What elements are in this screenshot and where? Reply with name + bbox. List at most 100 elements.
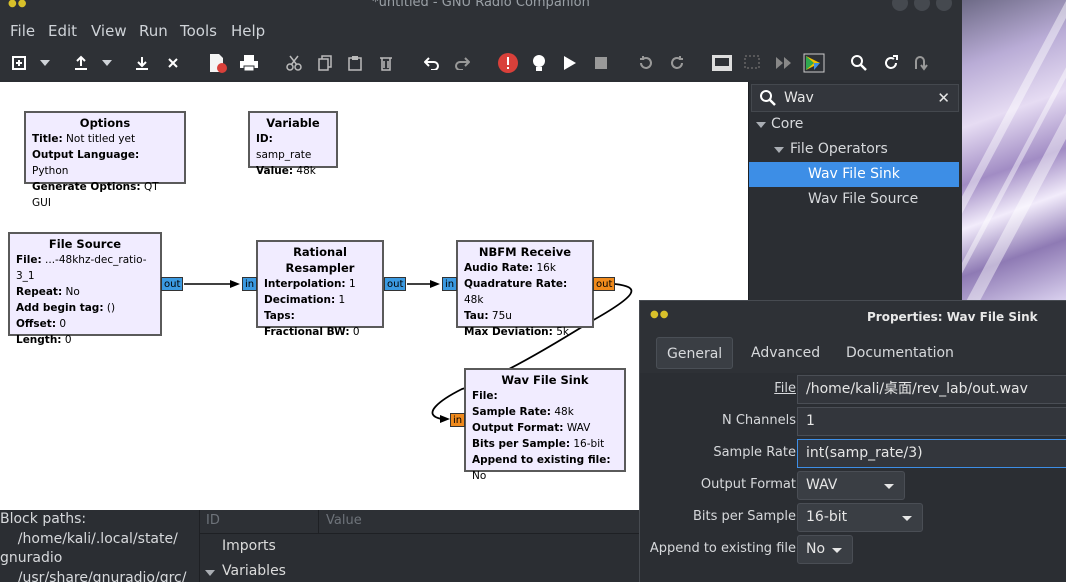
search-input[interactable]: Wav — [784, 90, 814, 106]
find-icon[interactable] — [846, 48, 872, 78]
bits-per-sample-label: Bits per Sample — [692, 509, 796, 524]
create-hier-icon[interactable] — [801, 48, 827, 78]
sample-rate-field[interactable]: int(samp_rate/3) — [797, 439, 1066, 468]
variables-row[interactable]: Variables — [222, 563, 286, 579]
expander-icon[interactable] — [756, 122, 766, 128]
undo-icon[interactable] — [419, 48, 445, 78]
param-value: () — [106, 302, 116, 314]
param-value: 0 — [59, 318, 67, 330]
options-block[interactable]: Options Title: Not titled yet Output Lan… — [24, 111, 186, 209]
rotate-ccw-icon[interactable] — [633, 48, 659, 78]
append-select[interactable]: No — [797, 535, 853, 564]
tab-advanced[interactable]: Advanced — [741, 337, 830, 369]
menu-edit[interactable]: Edit — [48, 22, 77, 40]
menu-run[interactable]: Run — [139, 22, 168, 40]
chevron-down-icon — [832, 548, 842, 553]
tab-general[interactable]: General — [656, 337, 734, 369]
arrow-head — [440, 415, 450, 423]
save-icon[interactable] — [129, 48, 155, 78]
flowgraph-canvas[interactable]: Options Title: Not titled yet Output Lan… — [0, 82, 748, 510]
menu-view[interactable]: View — [91, 22, 127, 40]
imports-row[interactable]: Imports — [222, 538, 276, 554]
file-label: File — [774, 381, 796, 396]
new-dropdown-icon[interactable] — [36, 48, 54, 78]
param-value: Python — [32, 165, 69, 177]
column-value[interactable]: Value — [326, 513, 362, 528]
expander-icon[interactable] — [205, 570, 215, 576]
in-port[interactable]: in — [442, 277, 458, 291]
tree-item-core[interactable]: Core — [749, 112, 959, 137]
redo-icon[interactable] — [449, 48, 475, 78]
column-id[interactable]: ID — [206, 513, 220, 528]
delete-icon[interactable] — [373, 48, 399, 78]
generate-report-icon[interactable] — [205, 48, 231, 78]
rational-resampler-block[interactable]: Rational Resampler Interpolation: 1 Deci… — [256, 240, 384, 338]
tree-label: Wav File Sink — [808, 166, 900, 182]
close-icon[interactable] — [160, 48, 186, 78]
open-hier-icon[interactable] — [908, 48, 934, 78]
menu-help[interactable]: Help — [231, 22, 265, 40]
error-icon[interactable] — [495, 48, 521, 78]
wav-file-sink-block[interactable]: Wav File Sink File: Sample Rate: 48k Out… — [464, 368, 626, 482]
param-label: Fractional BW: — [264, 326, 350, 338]
expander-icon[interactable] — [774, 147, 784, 153]
param-label: Max Deviation: — [464, 326, 553, 338]
dialog-title: Properties: Wav File Sink — [867, 310, 1038, 324]
enable-icon[interactable] — [709, 48, 735, 78]
cut-icon[interactable] — [281, 48, 307, 78]
variable-block[interactable]: Variable ID: samp_rate Value: 48k — [248, 111, 338, 177]
open-icon[interactable] — [68, 48, 94, 78]
stop-icon[interactable] — [588, 48, 614, 78]
console-line: Block paths: — [0, 511, 87, 527]
new-icon[interactable] — [6, 48, 32, 78]
bits-per-sample-select[interactable]: 16-bit — [797, 503, 923, 532]
in-port[interactable]: in — [242, 277, 258, 291]
out-port[interactable]: out — [593, 277, 616, 291]
chevron-down-icon — [902, 516, 912, 521]
tree-item-wav-file-sink[interactable]: Wav File Sink — [749, 162, 959, 187]
menu-tools[interactable]: Tools — [180, 22, 217, 40]
copy-icon[interactable] — [312, 48, 338, 78]
param-label: File: — [472, 390, 498, 402]
window-title: *untitled - GNU Radio Companion — [372, 0, 590, 10]
file-source-block[interactable]: File Source File: ...-48khz-dec_ratio-3_… — [8, 232, 162, 346]
properties-tabs: General Advanced Documentation — [640, 335, 1066, 373]
clear-search-icon[interactable]: ✕ — [937, 89, 950, 107]
tree-item-file-operators[interactable]: File Operators — [749, 137, 959, 162]
paste-icon[interactable] — [342, 48, 368, 78]
in-port[interactable]: in — [450, 413, 466, 427]
execute-icon[interactable] — [557, 48, 583, 78]
bypass-icon[interactable] — [771, 48, 797, 78]
param-label: Add begin tag: — [16, 302, 104, 314]
nbfm-receive-block[interactable]: NBFM Receive Audio Rate: 16k Quadrature … — [456, 240, 594, 338]
append-value: No — [806, 541, 826, 557]
generate-icon[interactable] — [526, 48, 552, 78]
out-port[interactable]: out — [384, 277, 407, 291]
block-title: Wav File Sink — [501, 373, 589, 387]
param-label: Output Format: — [472, 422, 564, 434]
param-label: ID: — [256, 133, 273, 145]
param-value: 5k — [556, 326, 569, 338]
tab-documentation[interactable]: Documentation — [836, 337, 964, 369]
tree-item-wav-file-source[interactable]: Wav File Source — [749, 187, 959, 212]
disable-icon[interactable] — [740, 48, 766, 78]
param-label: Interpolation: — [264, 278, 346, 290]
menu-bar: File Edit View Run Tools Help — [0, 14, 962, 48]
open-dropdown-icon[interactable] — [98, 48, 116, 78]
block-search[interactable]: Wav ✕ — [751, 84, 959, 112]
reload-icon[interactable] — [878, 48, 904, 78]
properties-dialog: ●● Properties: Wav File Sink General Adv… — [639, 300, 1066, 582]
output-format-select[interactable]: WAV — [797, 471, 905, 500]
out-port[interactable]: out — [161, 277, 184, 291]
print-icon[interactable] — [236, 48, 262, 78]
tree-label: Wav File Source — [808, 191, 919, 207]
param-value: 48k — [554, 406, 574, 418]
app-icon: ●● — [650, 309, 670, 320]
param-value: Not titled yet — [66, 133, 136, 145]
menu-file[interactable]: File — [10, 22, 35, 40]
file-field[interactable]: /home/kali/桌面/rev_lab/out.wav — [797, 375, 1066, 404]
output-format-label: Output Format — [700, 477, 796, 492]
rotate-cw-icon[interactable] — [664, 48, 690, 78]
param-label: Value: — [256, 165, 294, 177]
n-channels-field[interactable]: 1 — [797, 407, 1066, 436]
